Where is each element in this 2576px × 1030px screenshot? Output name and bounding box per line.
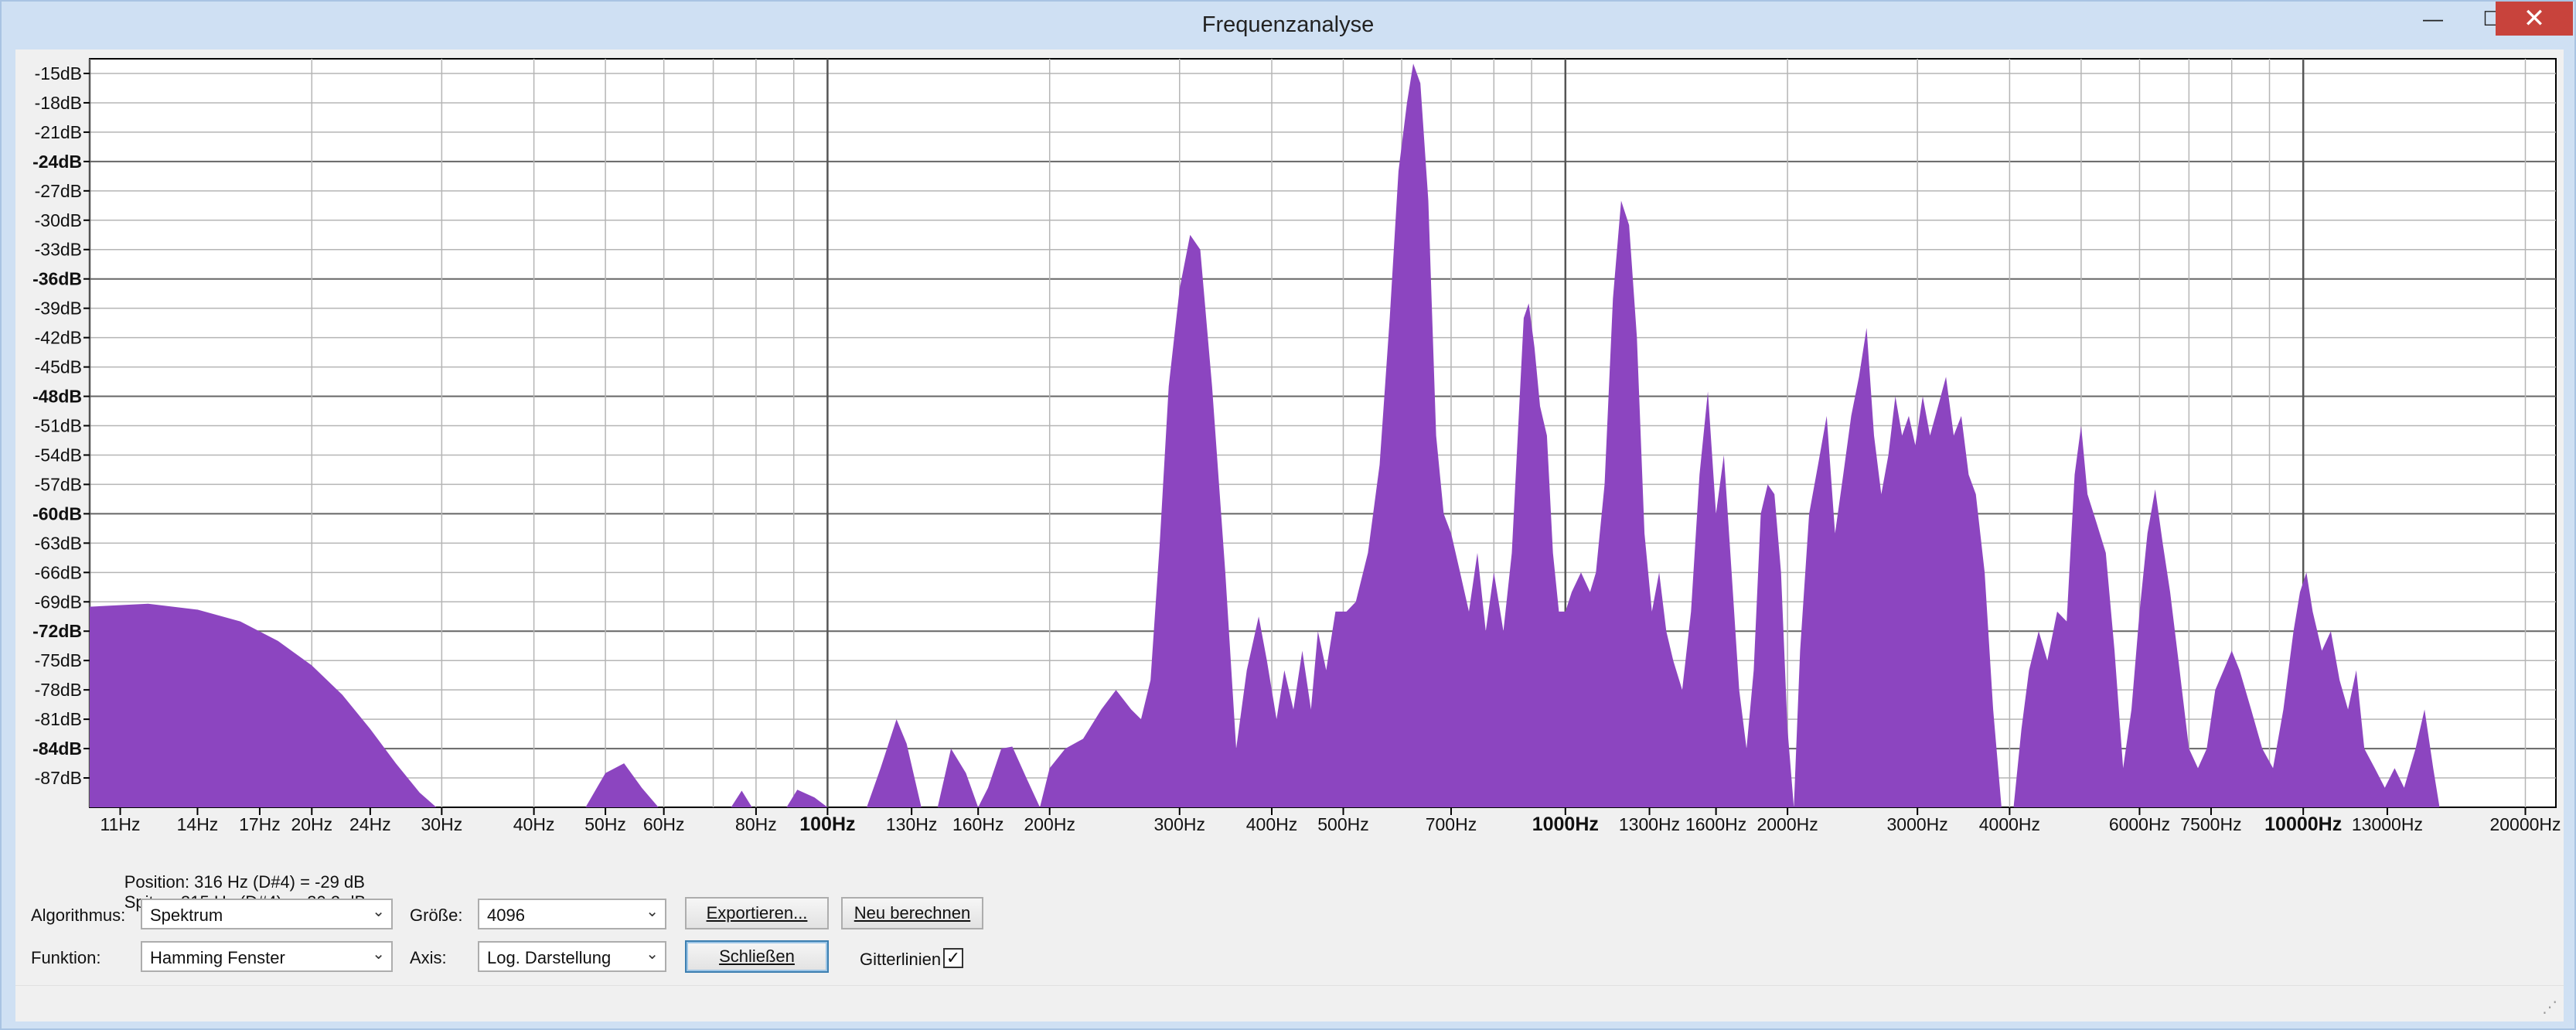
x-tick-label: 4000Hz [1979, 814, 2040, 834]
y-tick-label: -42dB [35, 328, 82, 348]
y-tick-label: -45dB [35, 357, 82, 377]
y-tick-label: -15dB [35, 63, 82, 84]
frequency-analysis-window: Frequenzanalyse — ☐ ✕ -15dB -18dB -21dB -24… [0, 0, 2576, 1030]
x-tick-label: 2000Hz [1757, 814, 1818, 834]
x-tick-label: 1600Hz [1685, 814, 1746, 834]
y-tick-label: -81dB [35, 709, 82, 729]
window-function-value: Hamming Fenster [150, 948, 285, 967]
export-button[interactable]: Exportieren... [685, 897, 829, 929]
x-tick-label: 100Hz [799, 813, 855, 835]
x-tick-label: 17Hz [239, 814, 281, 834]
algorithm-label: Algorithmus: [31, 906, 126, 925]
close-window-button[interactable]: ✕ [2496, 2, 2573, 36]
axis-label: Axis: [410, 948, 447, 967]
resize-grip-icon[interactable]: ⋰ [2542, 998, 2557, 1017]
y-tick-label: -75dB [35, 650, 82, 670]
y-tick-label: -18dB [35, 93, 82, 113]
y-tick-label: -27dB [35, 181, 82, 201]
x-tick-label: 30Hz [421, 814, 463, 834]
y-tick-label: -24dB [32, 152, 82, 172]
x-tick-label: 10000Hz [2264, 813, 2342, 835]
window-title: Frequenzanalyse [1201, 12, 1375, 37]
x-tick-label: 24Hz [349, 814, 391, 834]
x-tick-label: 80Hz [735, 814, 777, 834]
x-tick-label: 20Hz [291, 814, 332, 834]
y-tick-label: -48dB [32, 387, 82, 407]
x-tick-label: 1300Hz [1619, 814, 1680, 834]
x-tick-label: 6000Hz [2109, 814, 2170, 834]
chevron-down-icon: ⌄ [646, 946, 659, 963]
cursor-position-text: Position: 316 Hz (D#4) = -29 dB [124, 872, 365, 892]
y-tick-label: -72dB [32, 621, 82, 641]
gridlines-label: Gitterlinien [860, 950, 942, 969]
x-tick-label: 20000Hz [2489, 814, 2561, 834]
chevron-down-icon: ⌄ [372, 946, 385, 963]
y-tick-label: -66dB [35, 562, 82, 582]
axis-value: Log. Darstellung [487, 948, 612, 967]
x-tick-label: 40Hz [513, 814, 555, 834]
x-tick-label: 7500Hz [2180, 814, 2241, 834]
status-bar: ⋰ [15, 985, 2564, 1021]
y-tick-label: -60dB [32, 503, 82, 524]
x-tick-label: 1000Hz [1532, 813, 1599, 835]
y-tick-label: -51dB [35, 416, 82, 436]
size-select[interactable]: 4096 ⌄ [478, 899, 666, 929]
dialog-client-area: -15dB -18dB -21dB -24dB -27dB -30dB -33dB -36dB… [15, 49, 2564, 1021]
y-tick-label: -33dB [35, 240, 82, 260]
x-tick-label: 300Hz [1154, 814, 1205, 834]
chevron-down-icon: ⌄ [646, 903, 659, 920]
algorithm-value: Spektrum [150, 906, 223, 925]
x-axis: 11Hz 14Hz 17Hz 20Hz 24Hz 30Hz 40Hz 50Hz 60Hz 80Hz… [101, 807, 2561, 835]
x-tick-label: 130Hz [886, 814, 937, 834]
y-tick-label: -57dB [35, 474, 82, 494]
recalculate-button[interactable]: Neu berechnen [841, 897, 983, 929]
y-tick-label: -39dB [35, 298, 82, 319]
algorithm-select[interactable]: Spektrum ⌄ [141, 899, 393, 929]
chevron-down-icon: ⌄ [372, 903, 385, 920]
x-tick-label: 700Hz [1426, 814, 1477, 834]
y-tick-label: -87dB [35, 768, 82, 788]
x-tick-label: 50Hz [584, 814, 626, 834]
x-tick-label: 160Hz [952, 814, 1003, 834]
x-tick-label: 11Hz [101, 814, 141, 834]
size-value: 4096 [487, 906, 525, 925]
y-tick-label: -84dB [32, 738, 82, 759]
x-tick-label: 500Hz [1317, 814, 1368, 834]
y-tick-label: -54dB [35, 445, 82, 465]
gridlines-checkbox[interactable]: ✓ [943, 948, 963, 968]
y-tick-label: -69dB [35, 592, 82, 612]
y-tick-label: -78dB [35, 680, 82, 700]
window-function-select[interactable]: Hamming Fenster ⌄ [141, 941, 393, 972]
spectrum-chart[interactable]: -15dB -18dB -21dB -24dB -27dB -30dB -33dB -36dB… [15, 49, 2564, 846]
close-button[interactable]: Schließen [685, 940, 829, 973]
x-tick-label: 13000Hz [2352, 814, 2423, 834]
y-tick-label: -21dB [35, 122, 82, 142]
axis-select[interactable]: Log. Darstellung ⌄ [478, 941, 666, 972]
y-tick-label: -36dB [32, 269, 82, 289]
x-tick-label: 60Hz [643, 814, 685, 834]
size-label: Größe: [410, 906, 463, 925]
x-tick-label: 14Hz [177, 814, 219, 834]
y-tick-label: -30dB [35, 210, 82, 230]
minimize-button[interactable]: — [2406, 2, 2460, 36]
x-tick-label: 200Hz [1024, 814, 1075, 834]
y-tick-label: -63dB [35, 533, 82, 553]
y-axis: -15dB -18dB -21dB -24dB -27dB -30dB -33dB -36dB… [32, 63, 90, 788]
x-tick-label: 400Hz [1246, 814, 1297, 834]
title-bar[interactable]: Frequenzanalyse — ☐ ✕ [2, 2, 2574, 49]
function-label: Funktion: [31, 948, 101, 967]
x-tick-label: 3000Hz [1887, 814, 1948, 834]
